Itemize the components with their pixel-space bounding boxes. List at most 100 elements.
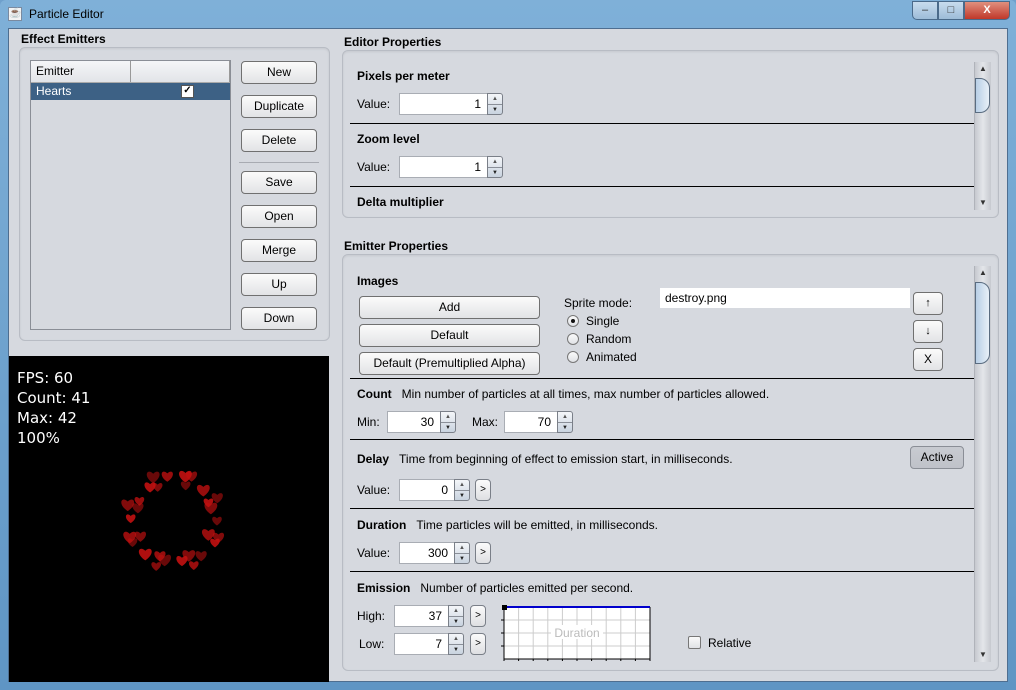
heart-particle xyxy=(211,493,223,504)
spinner-down-icon[interactable]: ▼ xyxy=(449,616,463,627)
scroll-thumb[interactable] xyxy=(975,282,990,364)
particle-preview-canvas[interactable]: FPS: 60 Count: 41 Max: 42 100% xyxy=(9,356,329,682)
default-image-button[interactable]: Default xyxy=(359,324,540,347)
spinner-down-icon[interactable]: ▼ xyxy=(455,553,469,564)
scroll-up-icon[interactable]: ▲ xyxy=(975,266,991,280)
delete-button[interactable]: Delete xyxy=(241,129,317,152)
remove-image-button[interactable]: X xyxy=(913,348,943,371)
delay-spinner[interactable]: 0 ▲ ▼ xyxy=(399,479,470,501)
spinner-up-icon[interactable]: ▲ xyxy=(488,94,502,104)
spinner-up-icon[interactable]: ▲ xyxy=(449,634,463,644)
close-button[interactable]: X xyxy=(964,1,1010,20)
divider xyxy=(350,508,974,509)
editor-properties-title: Editor Properties xyxy=(344,35,442,49)
minimize-button[interactable]: – xyxy=(912,1,938,20)
heart-particle xyxy=(195,551,207,562)
count-min-label: Min: xyxy=(357,415,380,429)
emission-high-spinner[interactable]: 37 ▲ ▼ xyxy=(394,605,464,627)
emission-high-expand-button[interactable]: > xyxy=(470,605,486,627)
emission-high-input[interactable]: 37 xyxy=(394,605,448,627)
count-max-input[interactable]: 70 xyxy=(504,411,557,433)
spinner-up-icon[interactable]: ▲ xyxy=(488,157,502,167)
default-premultiplied-button[interactable]: Default (Premultiplied Alpha) xyxy=(359,352,540,375)
duration-input[interactable]: 300 xyxy=(399,542,454,564)
emitter-properties-scroll: Images Add Default Default (Premultiplie… xyxy=(350,262,974,662)
zoom-level-title: Zoom level xyxy=(357,132,420,146)
emission-curve-chart[interactable]: Duration xyxy=(490,601,656,661)
add-image-button[interactable]: Add xyxy=(359,296,540,319)
duplicate-button[interactable]: Duplicate xyxy=(241,95,317,118)
column-emitter[interactable]: Emitter xyxy=(31,61,131,82)
spinner-up-icon[interactable]: ▲ xyxy=(441,412,455,422)
divider xyxy=(350,439,974,440)
count-max-spinner[interactable]: 70 ▲ ▼ xyxy=(504,411,573,433)
spinner-down-icon[interactable]: ▼ xyxy=(488,167,502,178)
count-min-input[interactable]: 30 xyxy=(387,411,440,433)
delay-expand-button[interactable]: > xyxy=(475,479,491,501)
merge-button[interactable]: Merge xyxy=(241,239,317,262)
scroll-down-icon[interactable]: ▼ xyxy=(975,196,991,210)
emission-low-spinner[interactable]: 7 ▲ ▼ xyxy=(394,633,464,655)
duration-spinner[interactable]: 300 ▲ ▼ xyxy=(399,542,470,564)
divider xyxy=(350,378,974,379)
editor-properties-scrollbar[interactable]: ▲ ▼ xyxy=(974,62,991,210)
delay-input[interactable]: 0 xyxy=(399,479,454,501)
editor-properties-scroll: Pixels per meter Value: 1 ▲ ▼ Zoom level … xyxy=(350,58,974,210)
spinner-up-icon[interactable]: ▲ xyxy=(455,480,469,490)
spinner-up-icon[interactable]: ▲ xyxy=(449,606,463,616)
pixels-per-meter-input[interactable]: 1 xyxy=(399,93,487,115)
new-button[interactable]: New xyxy=(241,61,317,84)
zoom-level-spinner[interactable]: 1 ▲ ▼ xyxy=(399,156,503,178)
sprite-mode-random-label[interactable]: Random xyxy=(586,332,631,346)
zoom-level-input[interactable]: 1 xyxy=(399,156,487,178)
emitter-name: Hearts xyxy=(36,84,72,98)
pixels-per-meter-spinner[interactable]: 1 ▲ ▼ xyxy=(399,93,503,115)
spinner-down-icon[interactable]: ▼ xyxy=(449,644,463,655)
heart-particle xyxy=(146,471,160,484)
scroll-thumb[interactable] xyxy=(975,78,990,113)
emitter-properties-title: Emitter Properties xyxy=(344,239,449,253)
down-button[interactable]: Down xyxy=(241,307,317,330)
sprite-mode-single-radio[interactable] xyxy=(567,315,579,327)
spinner-down-icon[interactable]: ▼ xyxy=(488,104,502,115)
delay-active-button[interactable]: Active xyxy=(910,446,964,469)
button-separator xyxy=(239,162,319,163)
duration-expand-button[interactable]: > xyxy=(475,542,491,564)
delay-title: Delay xyxy=(357,452,390,466)
maximize-button[interactable]: □ xyxy=(938,1,964,20)
scroll-down-icon[interactable]: ▼ xyxy=(975,648,991,662)
sprite-mode-single-label[interactable]: Single xyxy=(586,314,619,328)
emission-low-expand-button[interactable]: > xyxy=(470,633,486,655)
count-title: Count xyxy=(357,387,392,401)
spinner-down-icon[interactable]: ▼ xyxy=(455,490,469,501)
emitter-table-header: Emitter xyxy=(31,61,230,83)
count-header: Count Min number of particles at all tim… xyxy=(357,387,769,401)
effect-emitters-title: Effect Emitters xyxy=(21,32,106,46)
delay-value-label: Value: xyxy=(357,483,391,497)
open-button[interactable]: Open xyxy=(241,205,317,228)
title-bar: ☕ Particle Editor – □ X xyxy=(0,0,1016,28)
heart-particle xyxy=(188,561,199,570)
emitter-properties-scrollbar[interactable]: ▲ ▼ xyxy=(974,266,991,662)
spinner-down-icon[interactable]: ▼ xyxy=(558,422,572,433)
relative-label[interactable]: Relative xyxy=(708,636,751,650)
sprite-mode-random-radio[interactable] xyxy=(567,333,579,345)
emitter-row[interactable]: Hearts ✓ xyxy=(31,83,230,100)
count-min-spinner[interactable]: 30 ▲ ▼ xyxy=(387,411,456,433)
emitter-enabled-checkbox[interactable]: ✓ xyxy=(181,85,194,98)
sprite-mode-animated-radio[interactable] xyxy=(567,351,579,363)
spinner-down-icon[interactable]: ▼ xyxy=(441,422,455,433)
scroll-up-icon[interactable]: ▲ xyxy=(975,62,991,76)
move-image-up-button[interactable]: ↑ xyxy=(913,292,943,315)
emitter-table[interactable]: Emitter Hearts ✓ xyxy=(30,60,231,330)
emission-low-input[interactable]: 7 xyxy=(394,633,448,655)
column-enabled[interactable] xyxy=(131,61,230,82)
spinner-up-icon[interactable]: ▲ xyxy=(455,543,469,553)
spinner-up-icon[interactable]: ▲ xyxy=(558,412,572,422)
save-button[interactable]: Save xyxy=(241,171,317,194)
up-button[interactable]: Up xyxy=(241,273,317,296)
pixels-per-meter-label: Value: xyxy=(357,97,391,111)
image-file-list[interactable]: destroy.png xyxy=(660,288,910,308)
relative-checkbox[interactable] xyxy=(688,636,701,649)
move-image-down-button[interactable]: ↓ xyxy=(913,320,943,343)
